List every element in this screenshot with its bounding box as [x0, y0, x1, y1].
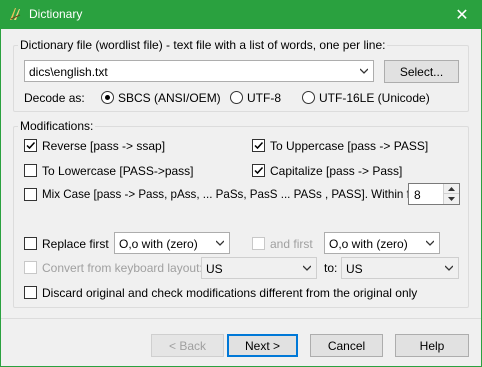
and-first-checkbox[interactable]: [252, 237, 265, 250]
spin-up-button[interactable]: [444, 184, 459, 194]
checkmark-icon: [26, 141, 36, 150]
back-button[interactable]: < Back: [151, 334, 224, 357]
spin-down-button[interactable]: [444, 194, 459, 204]
select-file-button[interactable]: Select...: [384, 60, 459, 83]
encoding-utf16-radio[interactable]: [302, 91, 315, 104]
keyboard-from-combo[interactable]: US: [201, 257, 317, 279]
encoding-sbcs-label: SBCS (ANSI/OEM): [118, 91, 221, 105]
and-first-label: and first: [270, 237, 313, 251]
encoding-utf8-radio[interactable]: [230, 91, 243, 104]
replace-first-value: O,o with (zero): [119, 237, 198, 251]
help-button[interactable]: Help: [395, 334, 469, 357]
reverse-checkbox[interactable]: [24, 139, 37, 152]
close-button[interactable]: ✕: [442, 0, 482, 29]
encoding-utf16-label: UTF-16LE (Unicode): [319, 91, 430, 105]
mixcase-checkbox[interactable]: [24, 188, 37, 201]
within-first-spinner[interactable]: 8: [408, 183, 460, 205]
keyboard-to-combo[interactable]: US: [341, 257, 459, 279]
chevron-down-icon: [360, 68, 368, 74]
cancel-button[interactable]: Cancel: [310, 334, 383, 357]
lowercase-label: To Lowercase [PASS->pass]: [42, 164, 194, 178]
close-icon: ✕: [455, 6, 469, 24]
replace-first-label: Replace first: [42, 237, 109, 251]
dictionary-path-value: dics\english.txt: [29, 65, 108, 79]
discard-original-label: Discard original and check modifications…: [42, 286, 418, 300]
and-first-value: O,o with (zero): [329, 237, 408, 251]
cancel-label: Cancel: [327, 338, 366, 353]
chevron-down-icon: [303, 265, 311, 271]
keyboard-layout-checkbox[interactable]: [24, 261, 37, 274]
modifications-group: [13, 126, 469, 308]
file-group-label: Dictionary file (wordlist file) - text f…: [18, 38, 388, 52]
uppercase-label: To Uppercase [pass -> PASS]: [270, 139, 429, 153]
next-label: Next >: [244, 338, 280, 353]
uppercase-checkbox[interactable]: [252, 139, 265, 152]
chevron-down-icon: [426, 240, 434, 246]
encoding-sbcs-radio[interactable]: [101, 91, 114, 104]
next-button[interactable]: Next >: [227, 334, 298, 357]
replace-first-combo[interactable]: O,o with (zero): [114, 232, 230, 254]
dictionary-path-combo[interactable]: dics\english.txt: [24, 60, 374, 82]
arrow-up-icon: [448, 186, 455, 191]
modifications-label: Modifications:: [18, 119, 96, 133]
back-label: < Back: [168, 338, 207, 353]
reverse-label: Reverse [pass -> ssap]: [42, 139, 166, 153]
help-label: Help: [419, 338, 445, 353]
checkmark-icon: [254, 141, 264, 150]
footer-separator: [1, 318, 481, 319]
spinner-buttons: [443, 184, 459, 204]
keyboard-layout-label: Convert from keyboard layout:: [42, 261, 203, 275]
and-first-combo[interactable]: O,o with (zero): [324, 232, 440, 254]
checkmark-icon: [254, 166, 264, 175]
discard-original-checkbox[interactable]: [24, 286, 37, 299]
green-leaf-icon: [10, 8, 21, 20]
arrow-down-icon: [448, 197, 455, 201]
chevron-down-icon: [445, 265, 453, 271]
encoding-utf8-label: UTF-8: [247, 91, 281, 105]
capitalize-label: Capitalize [pass -> Pass]: [270, 164, 403, 178]
window-title: Dictionary: [29, 7, 83, 21]
capitalize-checkbox[interactable]: [252, 164, 265, 177]
mixcase-label: Mix Case [pass -> Pass, pAss, ... PaSs, …: [42, 188, 429, 201]
keyboard-to-value: US: [346, 262, 363, 276]
lowercase-checkbox[interactable]: [24, 164, 37, 177]
chevron-down-icon: [216, 240, 224, 246]
select-file-label: Select...: [399, 64, 444, 79]
keyboard-to-label: to:: [324, 261, 338, 275]
keyboard-from-value: US: [206, 262, 223, 276]
decode-label: Decode as:: [24, 91, 85, 105]
replace-first-checkbox[interactable]: [24, 237, 37, 250]
within-first-value: 8: [414, 188, 421, 202]
title-bar: Dictionary ✕: [0, 0, 482, 29]
